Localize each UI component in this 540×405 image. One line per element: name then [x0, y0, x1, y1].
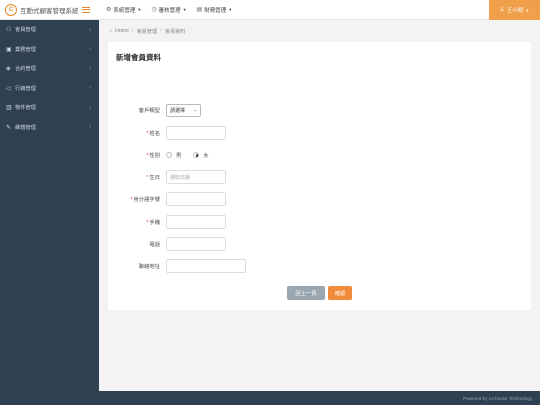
id-number-label: 身分證字號: [133, 197, 161, 203]
mobile-input[interactable]: [166, 215, 226, 229]
top-menu-review[interactable]: ◷ 審核管理 ▼: [151, 6, 186, 14]
back-button[interactable]: 回上一頁: [287, 286, 325, 300]
gender-radio-male[interactable]: 男: [166, 151, 181, 159]
top-menu-label: 審核管理: [158, 7, 181, 14]
sidebar-item-business[interactable]: ▣ 業務管理 ‹: [0, 40, 99, 60]
form-panel: 新增會員資料 客戶類型 請選擇 ⌄ *姓名 *性別 男 女 *生日 選取日期 *…: [108, 42, 531, 310]
chevron-left-icon: ‹: [89, 46, 91, 53]
sidebar-item-properties[interactable]: ▥ 物件管理 ‹: [0, 98, 99, 118]
sidebar-item-members[interactable]: ⚇ 會員管理 ‹: [0, 20, 99, 40]
marketing-icon: ◁: [6, 85, 11, 92]
chevron-left-icon: ‹: [89, 104, 91, 111]
id-number-input[interactable]: [166, 192, 226, 206]
sidebar-item-label: 維繕管理: [15, 124, 36, 131]
customer-type-row: 客戶類型 請選擇 ⌄: [108, 103, 531, 117]
customer-type-label: 客戶類型: [138, 108, 160, 114]
customer-type-value: 請選擇: [170, 107, 186, 114]
name-label: 姓名: [149, 131, 160, 137]
gear-icon: ⚙: [106, 7, 112, 13]
sidebar: ⚇ 會員管理 ‹ ▣ 業務管理 ‹ ◈ 合約管理 ‹ ◁ 行銷管理 ‹ ▥ 物件…: [0, 20, 99, 391]
name-input[interactable]: [166, 126, 226, 140]
gender-row: *性別 男 女: [108, 148, 531, 162]
mobile-row: *手機: [108, 215, 531, 229]
user-icon: ♙: [499, 7, 505, 13]
chevron-left-icon: ‹: [89, 85, 91, 92]
clock-icon: ◷: [151, 7, 157, 13]
building-icon: ▥: [6, 105, 12, 112]
gender-label: 性別: [149, 153, 160, 159]
report-icon: ▤: [196, 7, 203, 13]
birthday-label: 生日: [149, 175, 160, 181]
customer-type-select[interactable]: 請選擇 ⌄: [166, 103, 201, 117]
address-row: 聯絡地址: [108, 259, 531, 273]
breadcrumb: ⌂ Home / 會員管理 / 會員資料: [109, 28, 186, 35]
name-row: *姓名: [108, 126, 531, 140]
caret-down-icon: ▼: [182, 7, 187, 12]
top-bar: C 互動式顧客管理系統 ⚙ 系統管理 ▼ ◷ 審核管理 ▼ ▤ 財務管理 ▼ ♙…: [0, 0, 540, 20]
birthday-row: *生日 選取日期: [108, 170, 531, 184]
user-menu-button[interactable]: ♙ 王小明 ▼: [489, 0, 540, 20]
top-menu-finance[interactable]: ▤ 財務管理 ▼: [197, 6, 233, 14]
page-title: 新增會員資料: [116, 53, 161, 62]
home-icon: ⌂: [109, 28, 113, 34]
layers-icon: ◈: [6, 66, 11, 73]
phone-input[interactable]: [166, 237, 226, 251]
phone-label: 電話: [149, 242, 160, 248]
sidebar-item-label: 合約管理: [15, 66, 36, 73]
chevron-left-icon: ‹: [89, 65, 91, 72]
top-menu-system[interactable]: ⚙ 系統管理 ▼: [106, 6, 141, 14]
chevron-left-icon: ‹: [89, 26, 91, 33]
brand: C 互動式顧客管理系統: [0, 0, 100, 20]
chevron-down-icon: ⌄: [193, 107, 197, 112]
sidebar-item-label: 行銷管理: [15, 85, 36, 92]
top-menu-label: 系統管理: [113, 7, 136, 14]
breadcrumb-level1[interactable]: 會員管理: [136, 28, 157, 35]
wrench-icon: ✎: [6, 124, 12, 131]
app-title: 互動式顧客管理系統: [20, 7, 79, 15]
phone-row: 電話: [108, 237, 531, 251]
members-icon: ⚇: [6, 27, 12, 34]
breadcrumb-level2: 會員資料: [164, 28, 186, 35]
footer: Powered by co-house Technology: [0, 391, 540, 405]
radio-icon: [166, 152, 172, 158]
sidebar-item-marketing[interactable]: ◁ 行銷管理 ‹: [0, 79, 99, 99]
gender-option-label: 男: [176, 153, 182, 159]
sidebar-item-contracts[interactable]: ◈ 合約管理 ‹: [0, 59, 99, 79]
chevron-left-icon: ‹: [89, 124, 91, 131]
gender-radio-group: 男 女: [166, 151, 221, 159]
sidebar-item-label: 業務管理: [15, 46, 36, 53]
mobile-label: 手機: [149, 220, 160, 226]
confirm-button[interactable]: 確認: [328, 286, 352, 300]
briefcase-icon: ▣: [6, 46, 12, 53]
sidebar-item-label: 物件管理: [15, 105, 36, 112]
breadcrumb-home[interactable]: Home: [115, 28, 129, 34]
footer-text: Powered by co-house Technology: [463, 395, 532, 401]
brand-logo: C: [5, 3, 17, 16]
caret-down-icon: ▼: [228, 7, 233, 12]
birthday-date-input[interactable]: 選取日期: [166, 170, 226, 184]
address-input[interactable]: [166, 259, 246, 273]
gender-radio-female[interactable]: 女: [193, 151, 209, 159]
caret-down-icon: ▼: [137, 7, 142, 12]
gender-option-label: 女: [203, 153, 209, 159]
address-label: 聯絡地址: [138, 264, 160, 270]
menu-toggle-icon[interactable]: [81, 6, 90, 13]
caret-down-icon: ▼: [525, 7, 530, 13]
user-name: 王小明: [506, 8, 524, 14]
main-content: ⌂ Home / 會員管理 / 會員資料 新增會員資料 客戶類型 請選擇 ⌄ *…: [99, 20, 540, 391]
sidebar-item-maintenance[interactable]: ✎ 維繕管理 ‹: [0, 118, 99, 138]
id-number-row: *身分證字號: [108, 192, 531, 206]
radio-checked-icon: [193, 152, 200, 158]
sidebar-item-label: 會員管理: [15, 27, 36, 34]
top-menu-label: 財務管理: [204, 7, 227, 14]
